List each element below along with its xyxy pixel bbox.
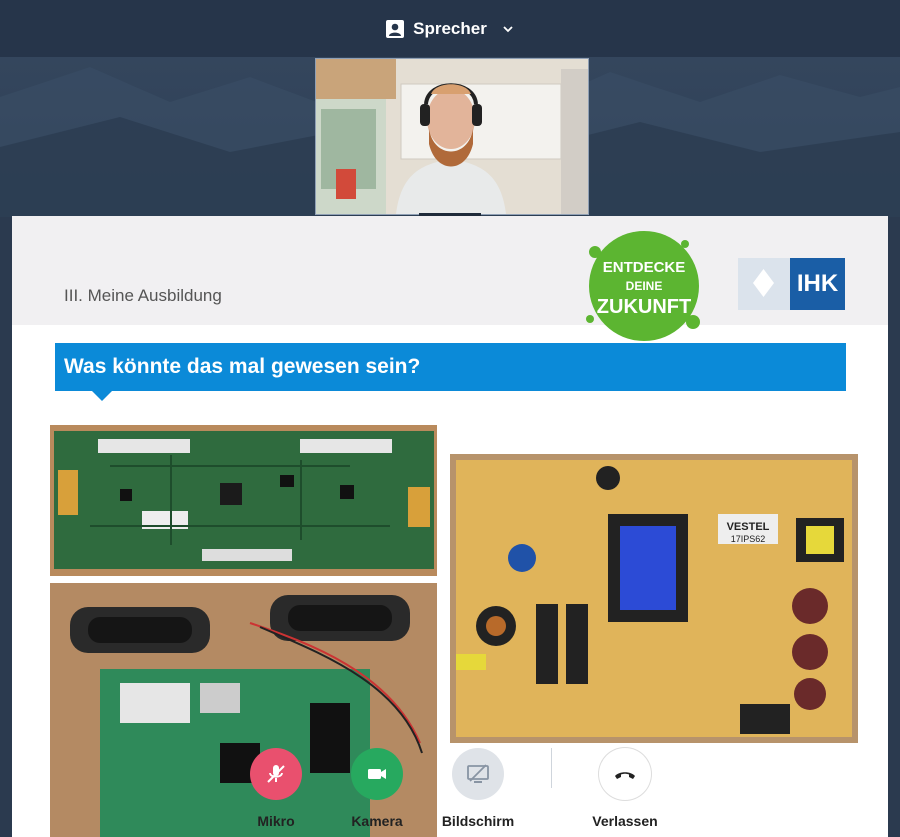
photo-tcon-board [50, 425, 437, 576]
call-controls: Mikro Kamera Bildschirm Verlassen [0, 730, 900, 837]
board-label-vestel: VESTEL [727, 521, 770, 533]
camera-toggle-button[interactable] [351, 748, 403, 800]
speaker-video[interactable] [315, 58, 589, 215]
entdecke-deine-zukunft-logo: ENTDECKE DEINE ZUKUNFT [586, 231, 700, 341]
controls-divider [551, 748, 552, 788]
chevron-down-icon [503, 25, 513, 32]
top-bar: Sprecher [0, 0, 900, 57]
camera-control: Kamera [332, 748, 422, 829]
photo-power-board: VESTEL 17IPS62 [450, 454, 858, 743]
logo-text-line1: ENTDECKE [603, 259, 686, 276]
slide-question-banner: Was könnte das mal gewesen sein? [55, 343, 846, 391]
screen-share-off-icon [467, 764, 489, 783]
mic-toggle-button[interactable] [250, 748, 302, 800]
ihk-diamond-icon [738, 258, 790, 310]
leave-control: Verlassen [580, 748, 670, 829]
view-mode-dropdown[interactable]: Sprecher [386, 19, 514, 39]
view-mode-label: Sprecher [413, 18, 487, 38]
mic-label: Mikro [257, 813, 295, 829]
logo-text-line3: ZUKUNFT [597, 296, 691, 318]
screen-share-control: Bildschirm [433, 748, 523, 829]
person-icon [386, 19, 405, 38]
camera-icon [368, 769, 386, 779]
banner-pointer [92, 391, 112, 401]
camera-label: Kamera [351, 813, 403, 829]
board-label-model: 17IPS62 [731, 534, 766, 544]
ihk-logo: IHK [738, 258, 845, 310]
logo-text-line2: DEINE [626, 279, 663, 293]
section-title: III. Meine Ausbildung [64, 286, 222, 305]
leave-label: Verlassen [592, 813, 658, 829]
mic-control: Mikro [231, 748, 321, 829]
hang-up-icon [615, 772, 635, 779]
screen-share-label: Bildschirm [441, 813, 515, 829]
leave-call-button[interactable] [599, 748, 651, 800]
ihk-logo-text: IHK [790, 258, 845, 310]
screen-share-button[interactable] [452, 748, 504, 800]
mic-off-icon [267, 765, 285, 783]
